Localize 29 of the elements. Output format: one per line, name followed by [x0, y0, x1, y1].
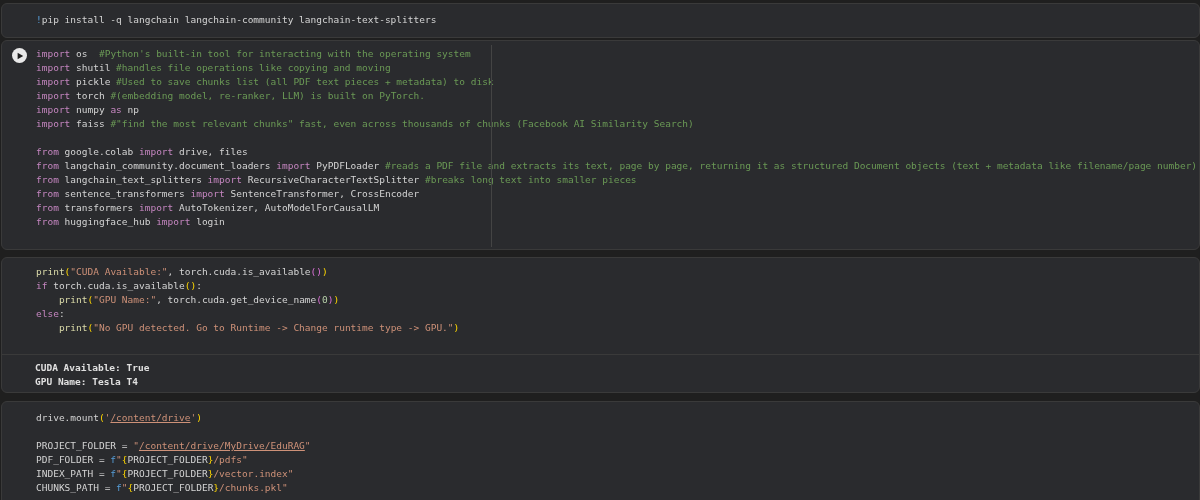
- code-line: from sentence_transformers import SentenceTransformer, CrossEncoder: [36, 187, 420, 201]
- code-line: from huggingface_hub import login: [36, 215, 225, 229]
- code-line: if torch.cuda.is_available():: [36, 279, 202, 293]
- code-line: print("No GPU detected. Go to Runtime -> Change runtime type -> GPU."): [57, 321, 460, 335]
- code-line: !pip install -q langchain langchain-community langchain-text-splitters: [36, 13, 437, 27]
- play-icon: [16, 51, 24, 60]
- code-line: print("GPU Name:", torch.cuda.get_device_name(0)): [57, 293, 340, 307]
- code-cell[interactable]: !pip install -q langchain langchain-community langchain-text-splitters: [1, 3, 1200, 38]
- code-cell[interactable]: [1, 401, 1200, 500]
- code-line: drive.mount('/content/drive'): [36, 411, 202, 425]
- code-cell[interactable]: [1, 40, 1200, 250]
- code-line: import os #Python's built-in tool for interacting with the operating system: [36, 47, 471, 61]
- code-line: import torch #(embedding model, re-ranker, LLM) is built on PyTorch.: [36, 89, 425, 103]
- output-line: CUDA Available: True: [35, 361, 150, 375]
- code-line: import numpy as np: [36, 103, 139, 117]
- code-line: CHUNKS_PATH = f"{PROJECT_FOLDER}/chunks.pkl": [36, 481, 288, 495]
- code-line: import shutil #handles file operations like copying and moving: [36, 61, 391, 75]
- code-cell[interactable]: [1, 257, 1200, 393]
- code-line: from transformers import AutoTokenizer, AutoModelForCausalLM: [36, 201, 380, 215]
- run-button[interactable]: [11, 48, 27, 63]
- code-line: from google.colab import drive, files: [36, 145, 248, 159]
- code-line: print("CUDA Available:", torch.cuda.is_available()): [36, 265, 328, 279]
- code-line: PROJECT_FOLDER = "/content/drive/MyDrive/EduRAG": [36, 439, 311, 453]
- code-line: import faiss #"find the most relevant chunks" fast, even across thousands of chunks (Facebook AI Similarity Search): [36, 117, 694, 131]
- code-line: PDF_FOLDER = f"{PROJECT_FOLDER}/pdfs": [36, 453, 248, 467]
- code-line: import pickle #Used to save chunks list (all PDF text pieces + metadata) to disk: [36, 75, 494, 89]
- code-line: INDEX_PATH = f"{PROJECT_FOLDER}/vector.index": [36, 467, 294, 481]
- code-line: else:: [36, 307, 65, 321]
- output-line: GPU Name: Tesla T4: [35, 375, 138, 389]
